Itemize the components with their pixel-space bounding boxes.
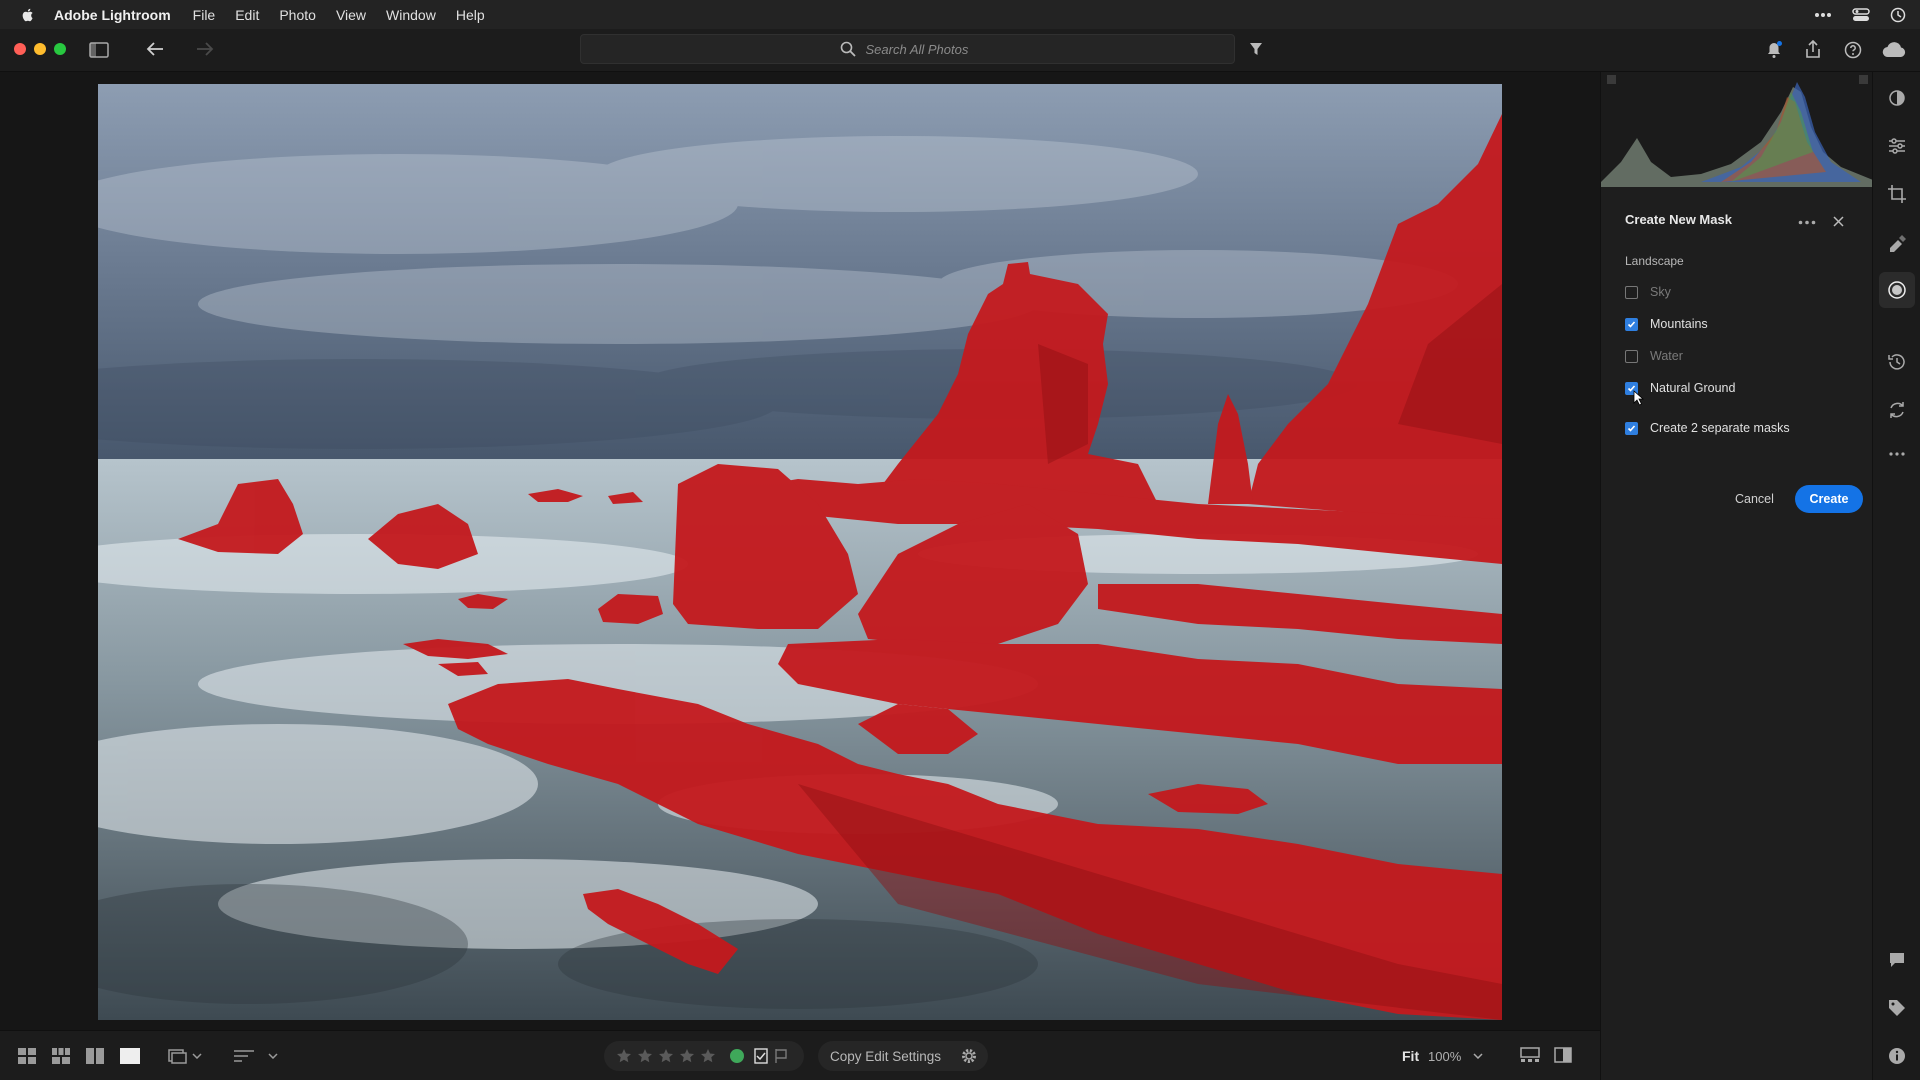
adjust-sliders-icon[interactable] [1887, 136, 1907, 156]
detail-view-icon[interactable] [120, 1048, 140, 1064]
zoom-percent-toggle[interactable]: 100% [1428, 1049, 1461, 1064]
menu-file[interactable]: File [193, 7, 216, 23]
water-checkbox[interactable] [1625, 349, 1638, 363]
water-label: Water [1650, 349, 1683, 363]
separate-masks-checkbox[interactable] [1625, 421, 1638, 435]
star-3-icon[interactable] [659, 1049, 673, 1063]
keywords-tag-icon[interactable] [1887, 998, 1907, 1018]
menubar-status-area [1814, 0, 1906, 29]
compare-view-icon[interactable] [86, 1048, 104, 1064]
zoom-fit-toggle[interactable]: Fit [1402, 1048, 1419, 1064]
crop-icon[interactable] [1887, 184, 1907, 204]
edit-tool-rail [1872, 72, 1920, 1080]
menu-window[interactable]: Window [386, 7, 436, 23]
forward-arrow-icon[interactable] [196, 41, 214, 57]
settings-gear-icon[interactable] [961, 1048, 977, 1064]
photo-grid-view-icon[interactable] [52, 1048, 70, 1064]
comments-icon[interactable] [1887, 950, 1907, 970]
bottom-filmstrip-bar: Copy Edit Settings Fit 100% [0, 1030, 1600, 1080]
pick-flag-icon[interactable] [754, 1048, 768, 1064]
square-grid-view-icon[interactable] [18, 1048, 36, 1064]
separate-masks-label: Create 2 separate masks [1650, 421, 1790, 435]
mask-panel-title: Create New Mask [1625, 212, 1732, 227]
zoom-dropdown-chevron-icon[interactable] [1473, 1053, 1483, 1059]
mountains-checkbox[interactable] [1625, 317, 1638, 331]
versions-icon[interactable] [1887, 400, 1907, 420]
sky-checkbox[interactable] [1625, 285, 1638, 299]
natural-ground-label: Natural Ground [1650, 381, 1736, 395]
sidebar-toggle-icon[interactable] [89, 42, 109, 58]
landscape-section-label: Landscape [1625, 254, 1684, 268]
search-icon [840, 41, 856, 57]
rating-flag-controls [604, 1041, 804, 1071]
apple-icon[interactable] [20, 7, 36, 23]
green-color-label-icon[interactable] [730, 1049, 744, 1063]
mountains-option[interactable]: Mountains [1625, 317, 1708, 331]
history-icon[interactable] [1887, 352, 1907, 372]
mouse-cursor-icon [1633, 390, 1645, 406]
more-tools-icon[interactable] [1887, 444, 1907, 464]
histogram [1601, 72, 1873, 187]
sort-icon[interactable] [234, 1049, 254, 1063]
healing-brush-icon[interactable] [1887, 232, 1907, 252]
share-icon[interactable] [1804, 40, 1822, 58]
back-arrow-icon[interactable] [146, 41, 164, 57]
menu-edit[interactable]: Edit [235, 7, 259, 23]
photo-with-mask-overlay[interactable] [98, 84, 1502, 1020]
sort-dropdown-chevron-icon[interactable] [268, 1053, 278, 1059]
edit-presets-icon[interactable] [1887, 88, 1907, 108]
search-box[interactable] [580, 34, 1235, 64]
control-center-icon[interactable] [1852, 7, 1870, 22]
clock-icon[interactable] [1890, 7, 1906, 23]
star-1-icon[interactable] [617, 1049, 631, 1063]
star-2-icon[interactable] [638, 1049, 652, 1063]
help-icon[interactable] [1844, 41, 1862, 59]
shadow-clipping-toggle[interactable] [1607, 75, 1616, 84]
slideshow-dropdown-chevron-icon[interactable] [192, 1053, 202, 1059]
star-5-icon[interactable] [701, 1049, 715, 1063]
reject-flag-icon[interactable] [775, 1049, 787, 1063]
more-options-icon[interactable] [1798, 220, 1816, 225]
menu-help[interactable]: Help [456, 7, 485, 23]
window-zoom-button[interactable] [54, 43, 66, 55]
sky-option[interactable]: Sky [1625, 285, 1671, 299]
window-minimize-button[interactable] [34, 43, 46, 55]
info-icon[interactable] [1887, 1046, 1907, 1066]
water-option[interactable]: Water [1625, 349, 1683, 363]
menu-photo[interactable]: Photo [279, 7, 316, 23]
copy-edit-settings-label: Copy Edit Settings [830, 1048, 942, 1064]
filter-icon[interactable] [1249, 42, 1263, 56]
create-button[interactable]: Create [1795, 485, 1863, 513]
slideshow-icon[interactable] [168, 1048, 188, 1064]
app-name-menu[interactable]: Adobe Lightroom [54, 7, 171, 23]
notifications-bell-icon[interactable] [1765, 41, 1783, 59]
cloud-sync-icon[interactable] [1881, 42, 1907, 58]
create-mask-panel: Create New Mask Landscape Sky Mountains … [1600, 72, 1873, 1080]
window-close-button[interactable] [14, 43, 26, 55]
masking-icon[interactable] [1887, 280, 1907, 300]
search-input[interactable] [865, 41, 976, 57]
menu-view[interactable]: View [336, 7, 366, 23]
more-icon[interactable] [1814, 12, 1832, 18]
sky-label: Sky [1650, 285, 1671, 299]
menu-bar: Adobe Lightroom File Edit Photo View Win… [0, 0, 1920, 29]
mountains-label: Mountains [1650, 317, 1708, 331]
filmstrip-toggle-icon[interactable] [1520, 1047, 1540, 1063]
highlight-clipping-toggle[interactable] [1859, 75, 1868, 84]
star-4-icon[interactable] [680, 1049, 694, 1063]
close-icon[interactable] [1833, 216, 1844, 227]
photo-canvas-area [0, 72, 1600, 1030]
app-toolbar [0, 29, 1920, 72]
separate-masks-option[interactable]: Create 2 separate masks [1625, 421, 1790, 435]
before-after-icon[interactable] [1554, 1047, 1572, 1063]
cancel-button[interactable]: Cancel [1735, 485, 1774, 513]
photo-image [98, 84, 1502, 1020]
